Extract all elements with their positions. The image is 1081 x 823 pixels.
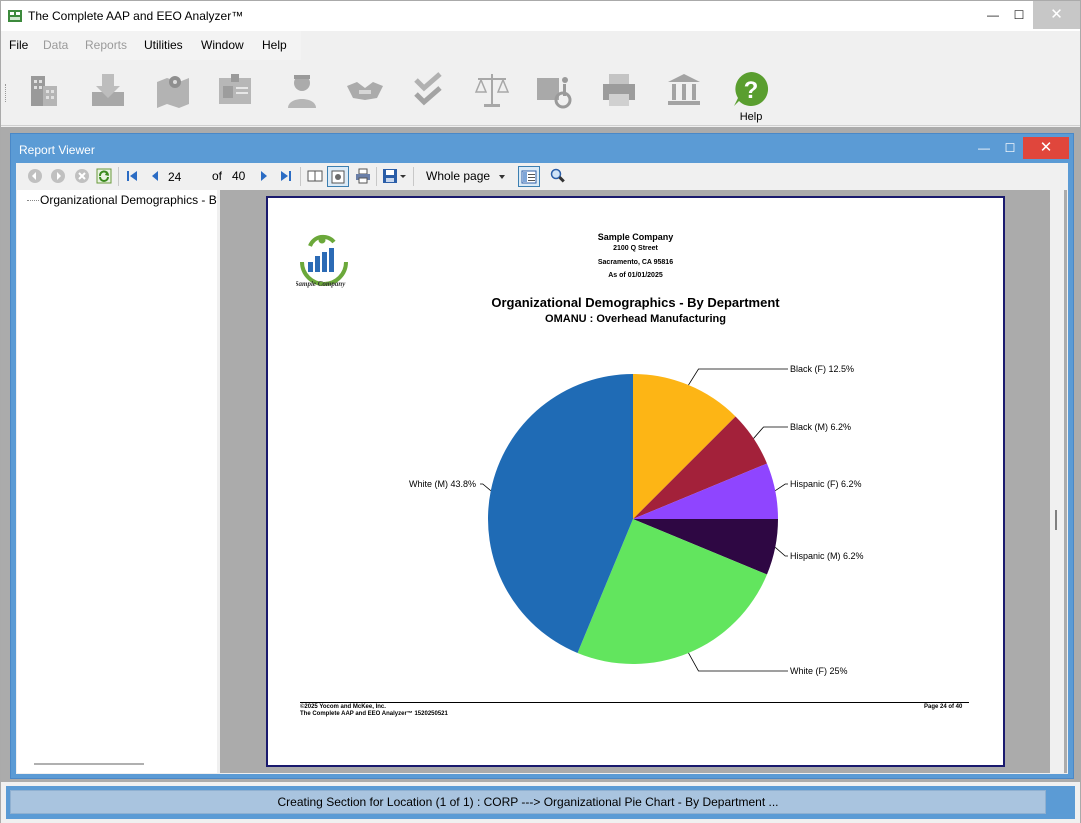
report-viewer-window: Report Viewer — ☐ ✕ of 40 bbox=[10, 133, 1074, 779]
tree-horizontal-scrollbar[interactable] bbox=[34, 763, 144, 765]
pie-slice-label: White (F) 25% bbox=[790, 666, 848, 676]
page-setup-icon[interactable] bbox=[327, 166, 349, 187]
status-bar: Creating Section for Location (1 of 1) :… bbox=[1, 782, 1080, 823]
menu-reports[interactable]: Reports bbox=[85, 38, 127, 52]
scroll-thumb[interactable] bbox=[1055, 510, 1057, 530]
search-icon[interactable] bbox=[550, 168, 566, 184]
main-toolbar: ? Help bbox=[1, 60, 1080, 126]
map-icon[interactable] bbox=[153, 70, 193, 110]
page-of-label: of bbox=[212, 169, 223, 183]
stop-icon[interactable] bbox=[74, 168, 90, 184]
page-number-input[interactable] bbox=[168, 168, 210, 185]
group-tree-panel: Organizational Demographics - By Departm… bbox=[17, 190, 217, 773]
pie-slice-label: Black (M) 6.2% bbox=[790, 422, 851, 432]
help-label: Help bbox=[739, 111, 763, 123]
menu-file[interactable]: File bbox=[9, 38, 28, 52]
pie-leader-line bbox=[688, 652, 788, 672]
print-icon[interactable] bbox=[355, 168, 371, 184]
id-card-icon[interactable] bbox=[215, 70, 255, 110]
svg-text:?: ? bbox=[744, 77, 759, 104]
viewer-maximize-button[interactable]: ☐ bbox=[995, 137, 1025, 159]
import-icon[interactable] bbox=[88, 70, 128, 110]
disability-icon[interactable] bbox=[535, 70, 575, 110]
footer-page: Page 24 of 40 bbox=[924, 704, 963, 710]
forward-icon[interactable] bbox=[50, 168, 66, 184]
menu-data[interactable]: Data bbox=[43, 38, 68, 52]
pie-leader-line bbox=[753, 426, 788, 439]
menu-utilities[interactable]: Utilities bbox=[144, 38, 183, 52]
status-frame: Creating Section for Location (1 of 1) :… bbox=[6, 786, 1075, 819]
viewer-close-button[interactable]: ✕ bbox=[1023, 137, 1069, 159]
tree-item-label: Organizational Demographics - By Departm… bbox=[40, 193, 217, 207]
pie-leader-line bbox=[480, 483, 492, 492]
app-logo-icon bbox=[8, 10, 22, 22]
scales-icon[interactable] bbox=[472, 70, 512, 110]
menu-bar: File Data Reports Utilities Window Help bbox=[1, 31, 301, 60]
maximize-button[interactable]: ☐ bbox=[1003, 1, 1035, 29]
save-icon[interactable] bbox=[382, 168, 398, 184]
zoom-value: Whole page bbox=[426, 169, 491, 183]
toolbar-separator bbox=[376, 167, 377, 186]
menu-help[interactable]: Help bbox=[262, 38, 287, 52]
chevron-down-icon bbox=[499, 175, 505, 179]
window-title: The Complete AAP and EEO Analyzer™ bbox=[28, 9, 244, 23]
report-viewer-body: of 40 Whole page Organizational Demograp… bbox=[16, 163, 1068, 774]
toolbar-separator bbox=[413, 167, 414, 186]
pie-slice-label: Hispanic (F) 6.2% bbox=[790, 479, 862, 489]
app-window: The Complete AAP and EEO Analyzer™ — ☐ ✕… bbox=[0, 0, 1081, 823]
checkmark-icon[interactable] bbox=[408, 70, 448, 110]
report-canvas: Sample Company Sample Company 2100 Q Str… bbox=[220, 190, 1067, 773]
help-icon[interactable]: ? bbox=[731, 70, 771, 110]
pie-slice-label: White (M) 43.8% bbox=[409, 479, 476, 489]
save-dropdown-icon[interactable] bbox=[399, 168, 407, 184]
footer-divider bbox=[300, 702, 969, 703]
footer-product: The Complete AAP and EEO Analyzer™ 15202… bbox=[300, 711, 448, 717]
zoom-select[interactable]: Whole page bbox=[422, 167, 508, 186]
previous-page-icon[interactable] bbox=[147, 168, 163, 184]
refresh-icon[interactable] bbox=[96, 168, 112, 184]
pie-slice-label: Black (F) 12.5% bbox=[790, 364, 854, 374]
page-total-label: 40 bbox=[232, 169, 246, 183]
tree-connector bbox=[27, 200, 39, 202]
handshake-icon[interactable] bbox=[345, 70, 385, 110]
last-page-icon[interactable] bbox=[278, 168, 294, 184]
pie-chart: Black (F) 12.5% Black (M) 6.2% Hispanic (F… bbox=[409, 364, 864, 676]
pie-leader-line bbox=[774, 546, 788, 557]
menu-window[interactable]: Window bbox=[201, 38, 244, 52]
printer-icon[interactable] bbox=[599, 70, 639, 110]
book-icon[interactable] bbox=[307, 168, 323, 184]
pie-leader-line bbox=[688, 368, 788, 386]
toggle-tree-icon[interactable] bbox=[518, 166, 540, 187]
footer-copyright: ©2025 Yocom and McKee, Inc. bbox=[300, 704, 386, 710]
close-button[interactable]: ✕ bbox=[1033, 1, 1080, 29]
next-page-icon[interactable] bbox=[256, 168, 272, 184]
pie-leader-line bbox=[774, 483, 788, 492]
toolbar-grip[interactable] bbox=[5, 84, 7, 102]
report-page: Sample Company Sample Company 2100 Q Str… bbox=[266, 196, 1005, 767]
first-page-icon[interactable] bbox=[124, 168, 140, 184]
status-text: Creating Section for Location (1 of 1) :… bbox=[10, 790, 1046, 814]
title-bar: The Complete AAP and EEO Analyzer™ — ☐ ✕ bbox=[1, 1, 1080, 31]
pie-slice-label: Hispanic (M) 6.2% bbox=[790, 551, 864, 561]
buildings-icon[interactable] bbox=[25, 70, 65, 110]
toolbar-separator bbox=[300, 167, 301, 186]
toolbar-separator bbox=[118, 167, 119, 186]
back-icon[interactable] bbox=[27, 168, 43, 184]
bank-icon[interactable] bbox=[664, 70, 704, 110]
person-icon[interactable] bbox=[282, 70, 322, 110]
tree-item-demographics[interactable]: Organizational Demographics - By Departm… bbox=[27, 193, 217, 207]
viewer-toolbar: of 40 Whole page bbox=[16, 163, 1068, 190]
report-viewer-title: Report Viewer bbox=[19, 143, 95, 157]
canvas-vertical-scrollbar[interactable] bbox=[1050, 190, 1064, 773]
